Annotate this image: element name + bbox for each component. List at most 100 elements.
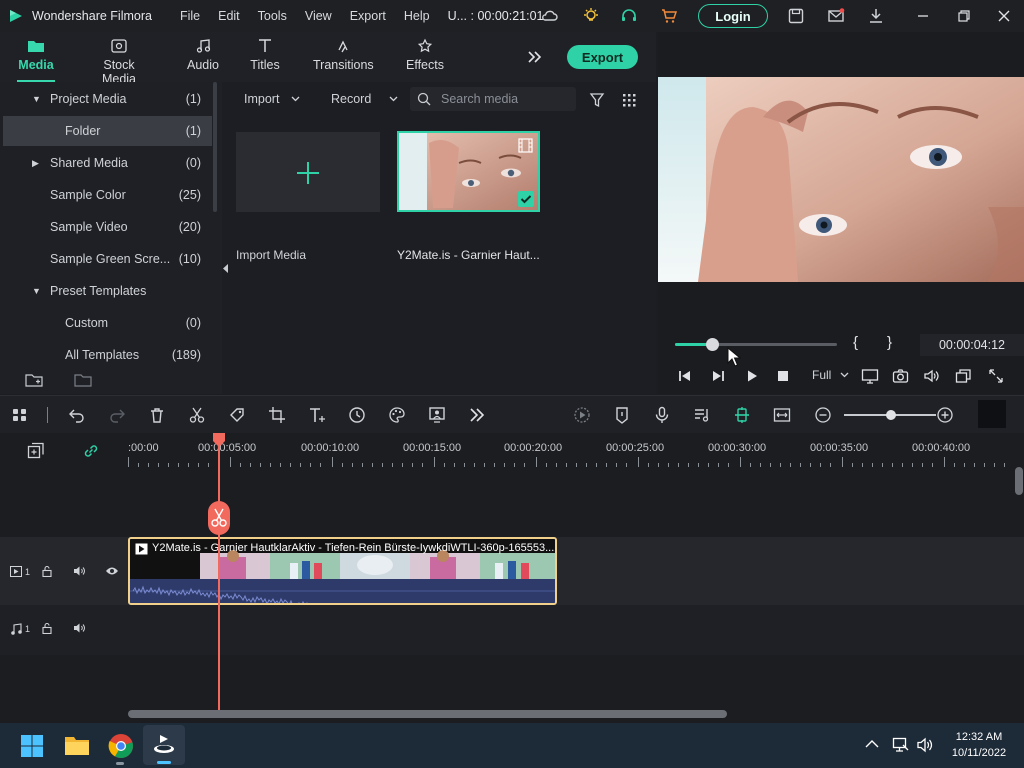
- filter-icon[interactable]: [589, 92, 605, 108]
- marker-shield-icon[interactable]: [613, 406, 631, 424]
- split-scissors-icon[interactable]: [207, 500, 231, 536]
- save-icon[interactable]: [787, 7, 805, 25]
- restore-icon[interactable]: [955, 7, 973, 25]
- file-explorer-icon[interactable]: [64, 734, 90, 756]
- color-palette-icon[interactable]: [388, 406, 406, 424]
- step-forward-icon[interactable]: [711, 369, 725, 383]
- snapshot-camera-icon[interactable]: [892, 368, 909, 384]
- preview-scrubber-handle[interactable]: [706, 338, 720, 351]
- fit-timeline-icon[interactable]: [773, 406, 791, 424]
- menu-tools[interactable]: Tools: [258, 9, 287, 23]
- preview-scrubber[interactable]: [675, 338, 837, 351]
- tab-media[interactable]: Media: [17, 38, 55, 82]
- timeline-horizontal-scrollbar[interactable]: [128, 710, 727, 718]
- mark-out-brace-icon[interactable]: }: [887, 334, 892, 351]
- search-media-input[interactable]: Search media: [410, 87, 576, 111]
- minimize-icon[interactable]: [914, 7, 932, 25]
- add-track-icon[interactable]: [27, 442, 45, 460]
- import-media-tile[interactable]: [236, 132, 380, 212]
- preview-video-frame[interactable]: [658, 77, 1024, 282]
- chevron-up-icon[interactable]: [865, 739, 879, 749]
- import-dropdown[interactable]: Import: [244, 88, 300, 110]
- cut-scissors-icon[interactable]: [188, 406, 206, 424]
- expand-arrow-icon[interactable]: ▼: [32, 286, 41, 296]
- snap-magnet-icon[interactable]: [733, 406, 751, 424]
- tab-transitions[interactable]: Transitions: [313, 38, 374, 78]
- lock-icon[interactable]: [41, 622, 53, 634]
- record-dropdown[interactable]: Record: [331, 88, 398, 110]
- tag-marker-icon[interactable]: [228, 406, 246, 424]
- render-preview-icon[interactable]: [573, 406, 591, 424]
- mute-speaker-icon[interactable]: [73, 565, 86, 577]
- login-button[interactable]: Login: [698, 4, 768, 28]
- grid-view-icon[interactable]: [621, 92, 637, 108]
- delete-trash-icon[interactable]: [148, 406, 166, 424]
- media-clip-thumbnail[interactable]: [397, 131, 540, 212]
- tree-item-sample-color[interactable]: Sample Color (25): [0, 180, 212, 210]
- tree-item-sample-green-screen[interactable]: Sample Green Scre... (10): [0, 244, 212, 274]
- zoom-in-icon[interactable]: [936, 406, 954, 424]
- lightbulb-icon[interactable]: [582, 7, 600, 25]
- menu-export[interactable]: Export: [350, 9, 386, 23]
- redo-icon[interactable]: [108, 406, 126, 424]
- tab-stock-media[interactable]: Stock Media: [85, 38, 153, 86]
- zoom-slider-handle[interactable]: [886, 410, 896, 420]
- playhead[interactable]: [218, 433, 220, 718]
- menu-file[interactable]: File: [180, 9, 200, 23]
- headset-support-icon[interactable]: [620, 7, 638, 25]
- tree-item-all-templates[interactable]: All Templates (189): [0, 340, 212, 370]
- tree-item-sample-video[interactable]: Sample Video (20): [0, 212, 212, 242]
- timeline-ruler[interactable]: :00:00 00:00:05:00 00:00:10:00 00:00:15:…: [128, 433, 1018, 467]
- windows-start-icon[interactable]: [20, 734, 44, 758]
- cart-icon[interactable]: [660, 7, 678, 25]
- tree-item-project-media[interactable]: ▼ Project Media (1): [0, 84, 212, 114]
- panel-toggle[interactable]: [978, 400, 1006, 428]
- fullscreen-icon[interactable]: [988, 368, 1004, 384]
- tree-item-custom[interactable]: Custom (0): [0, 308, 212, 338]
- tree-item-folder[interactable]: Folder (1): [3, 116, 212, 146]
- display-monitor-icon[interactable]: [861, 368, 879, 384]
- crop-icon[interactable]: [268, 406, 286, 424]
- speaker-volume-icon[interactable]: [916, 737, 934, 753]
- folder-outline-icon[interactable]: [74, 372, 92, 388]
- system-clock[interactable]: 12:32 AM 10/11/2022: [946, 729, 1012, 761]
- active-taskbar-app[interactable]: [143, 725, 185, 765]
- expand-arrow-icon[interactable]: ▼: [32, 94, 41, 104]
- new-folder-icon[interactable]: [25, 372, 43, 388]
- menu-help[interactable]: Help: [404, 9, 430, 23]
- zoom-out-icon[interactable]: [814, 406, 832, 424]
- tab-titles[interactable]: Titles: [249, 38, 281, 78]
- download-icon[interactable]: [867, 7, 885, 25]
- menu-edit[interactable]: Edit: [218, 9, 240, 23]
- tree-item-shared-media[interactable]: ▶ Shared Media (0): [0, 148, 212, 178]
- tab-audio[interactable]: Audio: [186, 38, 220, 78]
- add-text-icon[interactable]: [308, 406, 326, 424]
- mark-in-brace-icon[interactable]: {: [853, 334, 858, 351]
- quality-dropdown[interactable]: Full: [812, 368, 849, 382]
- tree-scrollbar[interactable]: [213, 82, 217, 212]
- playhead-handle[interactable]: [212, 433, 226, 447]
- export-button[interactable]: Export: [567, 45, 638, 69]
- tree-item-preset-templates[interactable]: ▼ Preset Templates: [0, 276, 212, 306]
- step-back-icon[interactable]: [678, 369, 692, 383]
- lock-icon[interactable]: [41, 565, 53, 577]
- collapse-arrow-icon[interactable]: ▶: [32, 158, 39, 169]
- menu-view[interactable]: View: [305, 9, 332, 23]
- play-icon[interactable]: [745, 369, 759, 383]
- audio-mixer-icon[interactable]: [693, 406, 711, 424]
- mail-icon[interactable]: [827, 7, 845, 25]
- close-icon[interactable]: [995, 7, 1013, 25]
- more-tabs-chevron-icon[interactable]: [527, 50, 543, 64]
- speed-clock-icon[interactable]: [348, 406, 366, 424]
- timeline-video-clip[interactable]: Y2Mate.is - Garnier HautklarAktiv - Tief…: [128, 537, 557, 605]
- cloud-icon[interactable]: [540, 7, 558, 25]
- more-tools-chevron-icon[interactable]: [468, 406, 486, 424]
- timeline-vertical-scrollbar[interactable]: [1015, 467, 1023, 495]
- visibility-eye-icon[interactable]: [105, 566, 119, 576]
- chrome-browser-icon[interactable]: [108, 733, 134, 759]
- collapse-panel-arrow-icon[interactable]: [223, 264, 229, 273]
- stop-icon[interactable]: [777, 370, 789, 382]
- undo-icon[interactable]: [68, 406, 86, 424]
- layout-grid-icon[interactable]: [11, 406, 29, 424]
- audio-track-1[interactable]: 1: [0, 605, 1024, 655]
